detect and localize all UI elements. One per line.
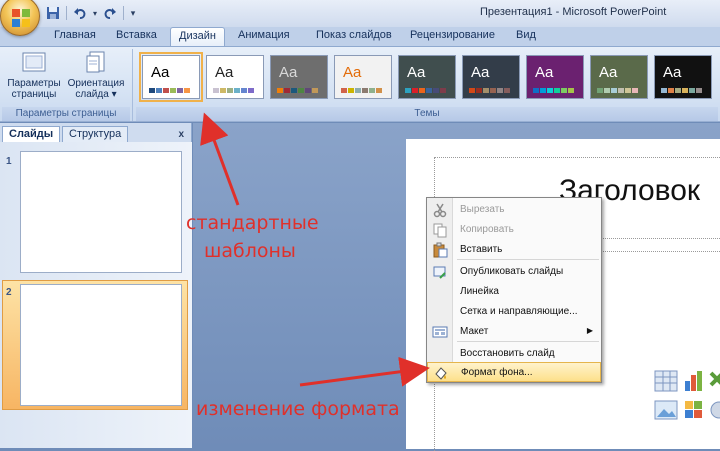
annotation-arrows — [200, 112, 430, 387]
annotation-templates-line2: шаблоны — [204, 240, 296, 262]
arrow-to-themes — [200, 112, 240, 206]
arrow-to-format-background — [299, 356, 430, 387]
office-logo-icon — [12, 9, 30, 27]
annotation-format-change: изменение формата — [196, 398, 400, 420]
annotation-templates-line1: стандартные — [186, 212, 319, 234]
